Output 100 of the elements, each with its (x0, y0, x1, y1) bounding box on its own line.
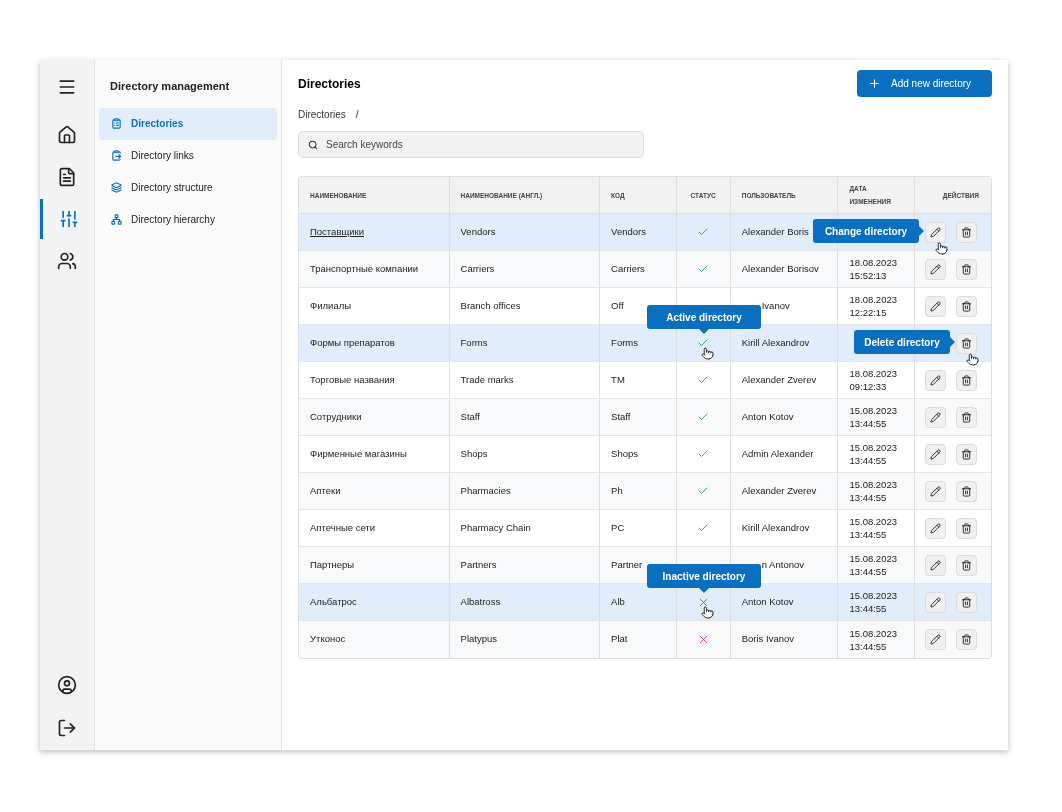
edit-button[interactable] (925, 295, 947, 317)
table-cell: Plat (611, 632, 628, 647)
table-cell-text: Shops (460, 446, 488, 461)
tooltip-arrow (919, 226, 924, 236)
delete-button[interactable] (956, 221, 978, 243)
home-icon (57, 125, 77, 145)
delete-button[interactable] (956, 443, 978, 465)
table-cell-text: Alexander Boris (741, 224, 809, 239)
page-title: Directories (298, 75, 361, 93)
table-cell-text: Ivanov (761, 298, 790, 313)
delete-button[interactable] (956, 406, 978, 428)
table-row[interactable]: Фирменные магазины Shops Shops Admin Alexander 15.08.2023 13:44:55 (299, 436, 991, 473)
tooltip-arrow (699, 588, 709, 593)
hierarchy-icon (111, 214, 122, 225)
edit-button[interactable] (925, 221, 947, 243)
pencil-icon (930, 300, 942, 312)
table-row[interactable]: Утконос Platypus Plat Boris Ivanov 15.08.2023 13:44:55 (299, 621, 991, 658)
edit-button[interactable] (925, 443, 947, 465)
tooltip: Delete directory (854, 330, 950, 354)
delete-button[interactable] (956, 480, 978, 502)
table-cell-text: Pharmacies (460, 483, 511, 498)
table-cell-text: Shops (611, 446, 639, 461)
table-cell-text: Vendors (460, 224, 496, 239)
date-cell: 15.08.2023 13:44:55 (849, 404, 897, 430)
edit-button[interactable] (925, 554, 947, 576)
tooltip: Active directory (647, 305, 761, 329)
table-row[interactable]: Аптечные сети Pharmacy Chain PC Kirill Alexandrov 15.08.2023 13:44:55 (299, 510, 991, 547)
table-cell-text: Alexander Zverev (741, 483, 817, 498)
table-cell-text: Alexander Borisov (741, 261, 819, 276)
table-row[interactable]: Альбатрос Albatross Alb Anton Kotov 15.08.2023 13:44:55 (299, 584, 991, 621)
edit-button[interactable] (925, 480, 947, 502)
table-cell: Platypus (460, 632, 497, 647)
user-icon[interactable] (57, 675, 77, 695)
delete-button[interactable] (956, 332, 978, 354)
delete-button[interactable] (956, 369, 978, 391)
delete-button[interactable] (956, 591, 978, 613)
edit-button[interactable] (925, 517, 947, 539)
sidebar-item[interactable]: Directory links (99, 139, 277, 172)
date-cell: 18.08.2023 12:22:15 (849, 293, 897, 319)
name-link[interactable]: Поставщики (310, 224, 365, 240)
delete-button[interactable] (956, 517, 978, 539)
trash-icon (961, 448, 973, 460)
table-row[interactable]: Транспортные компании Carriers Carriers Alexander Borisov 18.08.2023 15:52:13 (299, 251, 991, 288)
date-cell: 15.08.2023 13:44:55 (849, 478, 897, 504)
edit-button[interactable] (925, 369, 947, 391)
sidebar-item[interactable]: Directory structure (99, 171, 277, 204)
tooltip-arrow (699, 329, 709, 334)
table-cell-text: Альбатрос (310, 594, 357, 609)
table-cell-text: Pharmacy Chain (460, 520, 531, 535)
pencil-icon (930, 522, 942, 534)
trash-icon (961, 411, 973, 423)
edit-button[interactable] (925, 591, 947, 613)
edit-button[interactable] (925, 406, 947, 428)
tooltip: Inactive directory (647, 564, 761, 588)
cursor-hand-icon (935, 242, 948, 255)
breadcrumb-separator: / (355, 108, 359, 122)
table-cell-text: Kirill Alexandrov (741, 335, 810, 350)
table-cell-text: Carriers (611, 261, 645, 276)
breadcrumb-link[interactable]: Directories (298, 107, 346, 122)
edit-button[interactable] (925, 258, 947, 280)
table-cell-text: Carriers (460, 261, 495, 276)
table-cell: Утконос (310, 632, 346, 647)
table-cell-text: Партнеры (310, 557, 355, 572)
pencil-icon (930, 411, 942, 423)
delete-button[interactable] (956, 629, 978, 650)
trash-icon (961, 596, 973, 608)
table-cell-text: Формы препаратов (310, 335, 395, 350)
table-row[interactable]: Сотрудники Staff Staff Anton Kotov 15.08.2023 13:44:55 (299, 399, 991, 436)
table-cell-text: Forms (611, 335, 638, 350)
table-cell-text: Staff (460, 409, 480, 424)
sidebar-item[interactable]: Directories (99, 107, 277, 140)
date-cell: 15.08.2023 13:44:55 (849, 515, 897, 541)
table-row[interactable]: Аптеки Pharmacies Ph Alexander Zverev 15.08.2023 13:44:55 (299, 473, 991, 510)
plus-icon (868, 77, 881, 90)
delete-button[interactable] (956, 295, 978, 317)
sliders-icon (58, 209, 79, 229)
table-cell-text: Branch offices (460, 298, 521, 313)
table-cell-text: Vendors (611, 224, 646, 239)
table-cell-text: Ph (611, 483, 623, 498)
trash-icon (961, 300, 973, 312)
menu-icon[interactable] (57, 77, 77, 97)
date-cell: 15.08.2023 13:44:55 (849, 589, 897, 615)
pencil-icon (930, 596, 942, 608)
table-cell-text: Anton Kotov (741, 594, 794, 609)
add-button[interactable]: Add new directory (857, 70, 992, 97)
delete-button[interactable] (956, 258, 978, 280)
table-cell-text: Off (611, 298, 624, 313)
table-row[interactable]: Торговые названия Trade marks TM Alexander Zverev 18.08.2023 09:12:33 (299, 362, 991, 399)
edit-button[interactable] (925, 629, 947, 650)
delete-button[interactable] (956, 554, 978, 576)
search-field[interactable]: Search keywords (298, 131, 644, 158)
stack-icon (111, 182, 122, 193)
sidebar-title: Directory management (109, 79, 231, 94)
table-cell-text: Trade marks (460, 372, 514, 387)
table-cell-text: Partner (611, 557, 643, 572)
trash-icon (961, 559, 973, 571)
logout-icon[interactable] (57, 718, 77, 738)
cursor-hand-icon (701, 606, 714, 619)
sidebar-item[interactable]: Directory hierarchy (99, 203, 277, 236)
trash-icon (961, 485, 973, 497)
